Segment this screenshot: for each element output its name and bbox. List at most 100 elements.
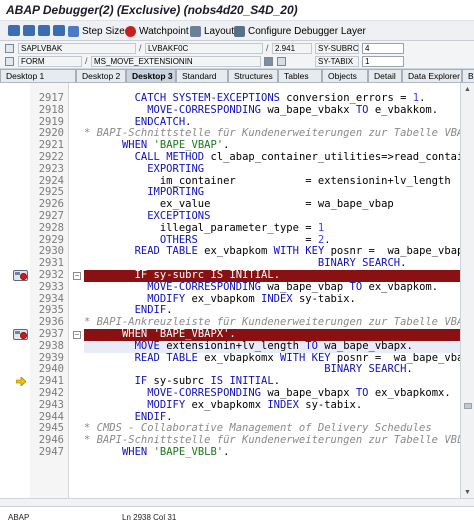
form-icon xyxy=(5,57,14,66)
tab-data-explorer[interactable]: Data Explorer xyxy=(402,69,462,82)
code-line[interactable]: 2927 EXCEPTIONS xyxy=(0,210,460,223)
tab-desktop-1[interactable]: Desktop 1 xyxy=(0,69,76,82)
tab-tables[interactable]: Tables xyxy=(278,69,322,82)
code-line[interactable]: 2920 * BAPI-Schnittstelle für Kundenerwei… xyxy=(0,128,460,140)
code-line[interactable]: 2941 IF sy-subrc IS INITIAL. xyxy=(0,375,460,388)
continue-icon[interactable] xyxy=(53,25,65,36)
event-name-field[interactable]: MS_MOVE_EXTENSIONIN xyxy=(91,56,261,67)
tab-desktop-3[interactable]: Desktop 3 xyxy=(126,69,176,82)
code-line[interactable]: 2929 OTHERS = 2. xyxy=(0,234,460,247)
include-field[interactable]: LVBAKF0C xyxy=(145,43,263,54)
horizontal-scrollbar[interactable] xyxy=(0,498,474,506)
current-statement-arrow-icon xyxy=(16,377,26,387)
code-line[interactable]: 2925 IMPORTING xyxy=(0,187,460,199)
code-line[interactable]: 2934 MODIFY ex_vbapkom INDEX sy-tabix. xyxy=(0,293,460,306)
code-line[interactable]: 2928 illegal_parameter_type = 1 xyxy=(0,222,460,235)
vertical-scrollbar[interactable]: ▲ ▼ xyxy=(460,83,474,499)
code-text: EXCEPTIONS xyxy=(147,211,211,222)
code-line[interactable]: 2937 WHEN 'BAPE_VBAPX'. − xyxy=(0,328,460,341)
breakpoint-icon[interactable] xyxy=(13,270,28,281)
line-number: 2918 xyxy=(38,103,64,116)
step-size-button[interactable]: Step Size xyxy=(68,24,125,39)
debugger-toolbar: Step Size Watchpoint Layout Configure De… xyxy=(0,20,474,41)
line-number: 2923 xyxy=(38,162,64,175)
code-line[interactable]: 2930 READ TABLE ex_vbapkom WITH KEY posn… xyxy=(0,246,460,258)
separator: / xyxy=(266,43,269,53)
code-line[interactable]: 2942 MOVE-CORRESPONDING wa_bape_vbapx TO… xyxy=(0,387,460,400)
tab-structures[interactable]: Structures xyxy=(228,69,278,82)
source-code-editor[interactable]: 2917 CATCH SYSTEM-EXCEPTIONS conversion_… xyxy=(0,82,474,499)
source-code-icon[interactable] xyxy=(264,57,273,66)
status-language: ABAP xyxy=(8,513,30,522)
code-text: CATCH SYSTEM-EXCEPTIONS conversion_error… xyxy=(134,93,426,104)
separator: / xyxy=(139,43,142,53)
tab-br[interactable]: Br xyxy=(462,69,474,82)
code-text: IF sy-subrc IS INITIAL. xyxy=(134,376,281,388)
window-titlebar: ABAP Debugger(2) (Exclusive) (nobs4d20_S… xyxy=(0,0,474,20)
code-line[interactable]: 2940 BINARY SEARCH. xyxy=(0,364,460,376)
code-line[interactable]: 2917 CATCH SYSTEM-EXCEPTIONS conversion_… xyxy=(0,92,460,105)
code-text: IMPORTING xyxy=(147,187,205,199)
code-line[interactable]: 2935 ENDIF. xyxy=(0,305,460,317)
code-line[interactable]: 2921 WHEN 'BAPE_VBAP'. xyxy=(0,139,460,152)
code-line[interactable]: 2939 READ TABLE ex_vbapkomx WITH KEY pos… xyxy=(0,352,460,365)
fold-toggle-icon[interactable]: − xyxy=(73,272,81,280)
line-number-field[interactable]: 2.941 xyxy=(272,43,312,54)
layout-button[interactable]: Layout xyxy=(190,24,234,39)
code-text: ex_value = wa_bape_vbap xyxy=(84,199,394,211)
breakpoint-icon[interactable] xyxy=(13,329,28,340)
code-text: MOVE-CORRESPONDING wa_bape_vbakx TO e_vb… xyxy=(147,104,439,116)
code-text: * BAPI-Schnittstelle für Kundenerweiteru… xyxy=(84,435,460,447)
scroll-thumb[interactable] xyxy=(464,403,472,409)
window-title: ABAP Debugger(2) (Exclusive) (nobs4d20_S… xyxy=(6,3,298,17)
code-text: BINARY SEARCH. xyxy=(317,258,407,270)
step-size-icon xyxy=(68,26,79,37)
tab-desktop-2[interactable]: Desktop 2 xyxy=(76,69,126,82)
sy-subrc-value[interactable]: 4 xyxy=(362,43,404,54)
code-line[interactable]: 2926 ex_value = wa_bape_vbap xyxy=(0,198,460,211)
scroll-up-icon[interactable]: ▲ xyxy=(463,85,472,94)
status-bar: ABAP Ln 2938 Col 31 xyxy=(0,506,474,531)
step-over-icon[interactable] xyxy=(23,25,35,36)
tab-objects[interactable]: Objects xyxy=(322,69,368,82)
code-text: * CMDS - Collaborative Management of Del… xyxy=(84,423,432,435)
code-line[interactable]: 2932 IF sy-subrc IS INITIAL. − xyxy=(0,269,460,282)
configure-label: Configure Debugger Layer xyxy=(248,26,366,37)
line-number: 2947 xyxy=(38,446,64,458)
code-line[interactable]: 2944 ENDIF. xyxy=(0,411,460,424)
status-cursor-position: Ln 2938 Col 31 xyxy=(122,513,177,522)
code-line[interactable]: 2933 MOVE-CORRESPONDING wa_bape_vbap TO … xyxy=(0,281,460,294)
code-text: MOVE-CORRESPONDING wa_bape_vbapx TO ex_v… xyxy=(147,388,451,399)
event-type-field[interactable]: FORM xyxy=(18,56,82,67)
tab-standard[interactable]: Standard xyxy=(176,69,228,82)
code-text: ENDCATCH. xyxy=(134,116,192,128)
save-layout-icon[interactable] xyxy=(277,57,286,66)
code-line[interactable]: 2945 * CMDS - Collaborative Management of… xyxy=(0,423,460,435)
sy-tabix-value[interactable]: 1 xyxy=(362,56,404,67)
code-line[interactable]: 2938 MOVE extensionin+lv_length TO wa_ba… xyxy=(0,340,460,353)
code-line[interactable]: 2947 WHEN 'BAPE_VBLB'. xyxy=(0,446,460,459)
scroll-down-icon[interactable]: ▼ xyxy=(463,488,472,497)
configure-debugger-layer-button[interactable]: Configure Debugger Layer xyxy=(234,24,366,39)
code-line[interactable]: 2924 im_container = extensionin+lv_lengt… xyxy=(0,175,460,188)
code-line[interactable]: 2922 CALL METHOD cl_abap_container_utili… xyxy=(0,151,460,164)
code-line[interactable]: 2931 BINARY SEARCH. xyxy=(0,257,460,270)
program-field[interactable]: SAPLVBAK xyxy=(18,43,136,54)
code-text: READ TABLE ex_vbapkom WITH KEY posnr = w… xyxy=(134,246,460,258)
separator: / xyxy=(85,56,88,66)
code-line[interactable]: 2936 * BAPI-Ankreuzleiste für Kundenerwei… xyxy=(0,316,460,329)
tab-detail[interactable]: Detail xyxy=(368,69,402,82)
code-line[interactable]: 2946 * BAPI-Schnittstelle für Kundenerwei… xyxy=(0,434,460,447)
code-line[interactable]: 2918 MOVE-CORRESPONDING wa_bape_vbakx TO… xyxy=(0,103,460,117)
return-icon[interactable] xyxy=(38,25,50,36)
code-line[interactable]: 2923 EXPORTING xyxy=(0,162,460,176)
fold-toggle-icon[interactable]: − xyxy=(73,331,81,339)
step-into-icon[interactable] xyxy=(8,25,20,36)
code-text: CALL METHOD cl_abap_container_utilities=… xyxy=(134,152,460,163)
code-line[interactable]: 2943 MODIFY ex_vbapkomx INDEX sy-tabix. xyxy=(0,399,460,412)
code-line[interactable]: 2919 ENDCATCH. xyxy=(0,116,460,129)
code-text: MODIFY ex_vbapkomx INDEX sy-tabix. xyxy=(147,399,363,411)
watchpoint-button[interactable]: Watchpoint xyxy=(125,24,189,39)
code-text: WHEN 'BAPE_VBAPX'. xyxy=(84,329,460,341)
watchpoint-icon xyxy=(125,26,136,37)
